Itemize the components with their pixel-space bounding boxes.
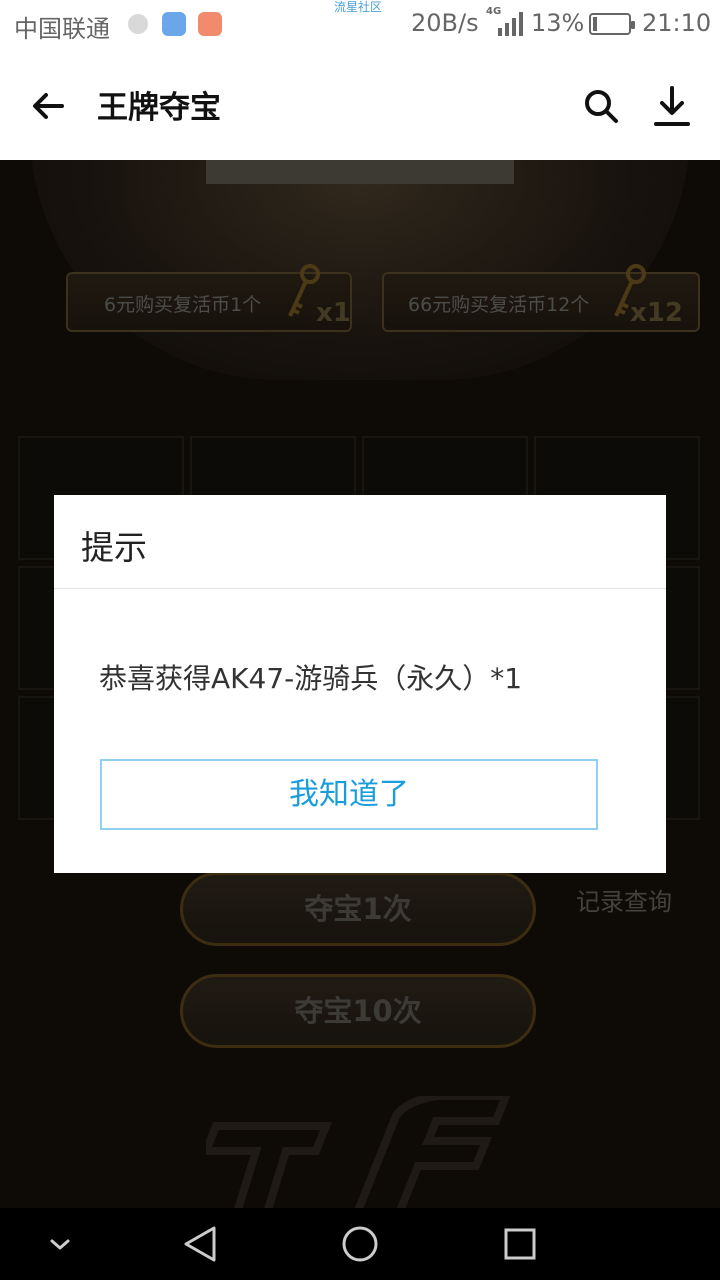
recent-square-icon[interactable] [500,1224,540,1264]
home-circle-icon[interactable] [340,1224,380,1264]
battery-percent: 13% [531,9,585,37]
prize-dialog: 提示 恭喜获得AK47-游骑兵（永久）*1 我知道了 [54,495,666,873]
page-title: 王牌夺宝 [97,90,221,126]
confirm-button[interactable]: 我知道了 [100,759,598,830]
system-nav-bar [0,1208,720,1280]
dialog-message: 恭喜获得AK47-游骑兵（永久）*1 [99,662,523,695]
watermark-text: 流星社区 [334,0,383,14]
arrow-left-icon[interactable] [28,86,68,126]
buy-option-2[interactable]: 66元购买复活币12个 x12 [382,264,700,332]
battery-fill [593,17,597,31]
buy-option-multiplier: x1 [316,298,351,328]
status-bar: 中国联通 流星社区 20B/s 4G 13% 21:10 [0,0,720,50]
app-header: 王牌夺宝 [0,50,720,160]
draw-once-button[interactable]: 夺宝1次 [180,872,536,946]
buy-option-label: 6元购买复活币1个 [104,294,262,316]
records-link[interactable]: 记录查询 [576,882,672,917]
search-icon[interactable] [581,86,621,126]
game-stage [30,160,690,380]
buy-option-1[interactable]: 6元购买复活币1个 x1 [66,264,352,332]
signal-icon [498,12,523,36]
network-speed: 20B/s [411,9,479,37]
download-icon[interactable] [652,84,692,128]
app-icon [198,12,222,36]
dialog-title: 提示 [81,528,147,567]
buy-option-multiplier: x12 [630,298,683,328]
stage-light [206,160,514,184]
draw-ten-button[interactable]: 夺宝10次 [180,974,536,1048]
clock: 21:10 [642,9,712,37]
battery-icon [589,13,635,35]
cf-logo [206,1096,511,1208]
chevron-down-icon[interactable] [40,1224,80,1264]
carrier-name: 中国联通 [14,15,110,43]
map-pin-icon [162,12,186,36]
gear-icon [128,14,148,34]
back-triangle-icon[interactable] [180,1224,220,1264]
dialog-divider [54,588,666,589]
buy-option-label: 66元购买复活币12个 [408,294,590,316]
